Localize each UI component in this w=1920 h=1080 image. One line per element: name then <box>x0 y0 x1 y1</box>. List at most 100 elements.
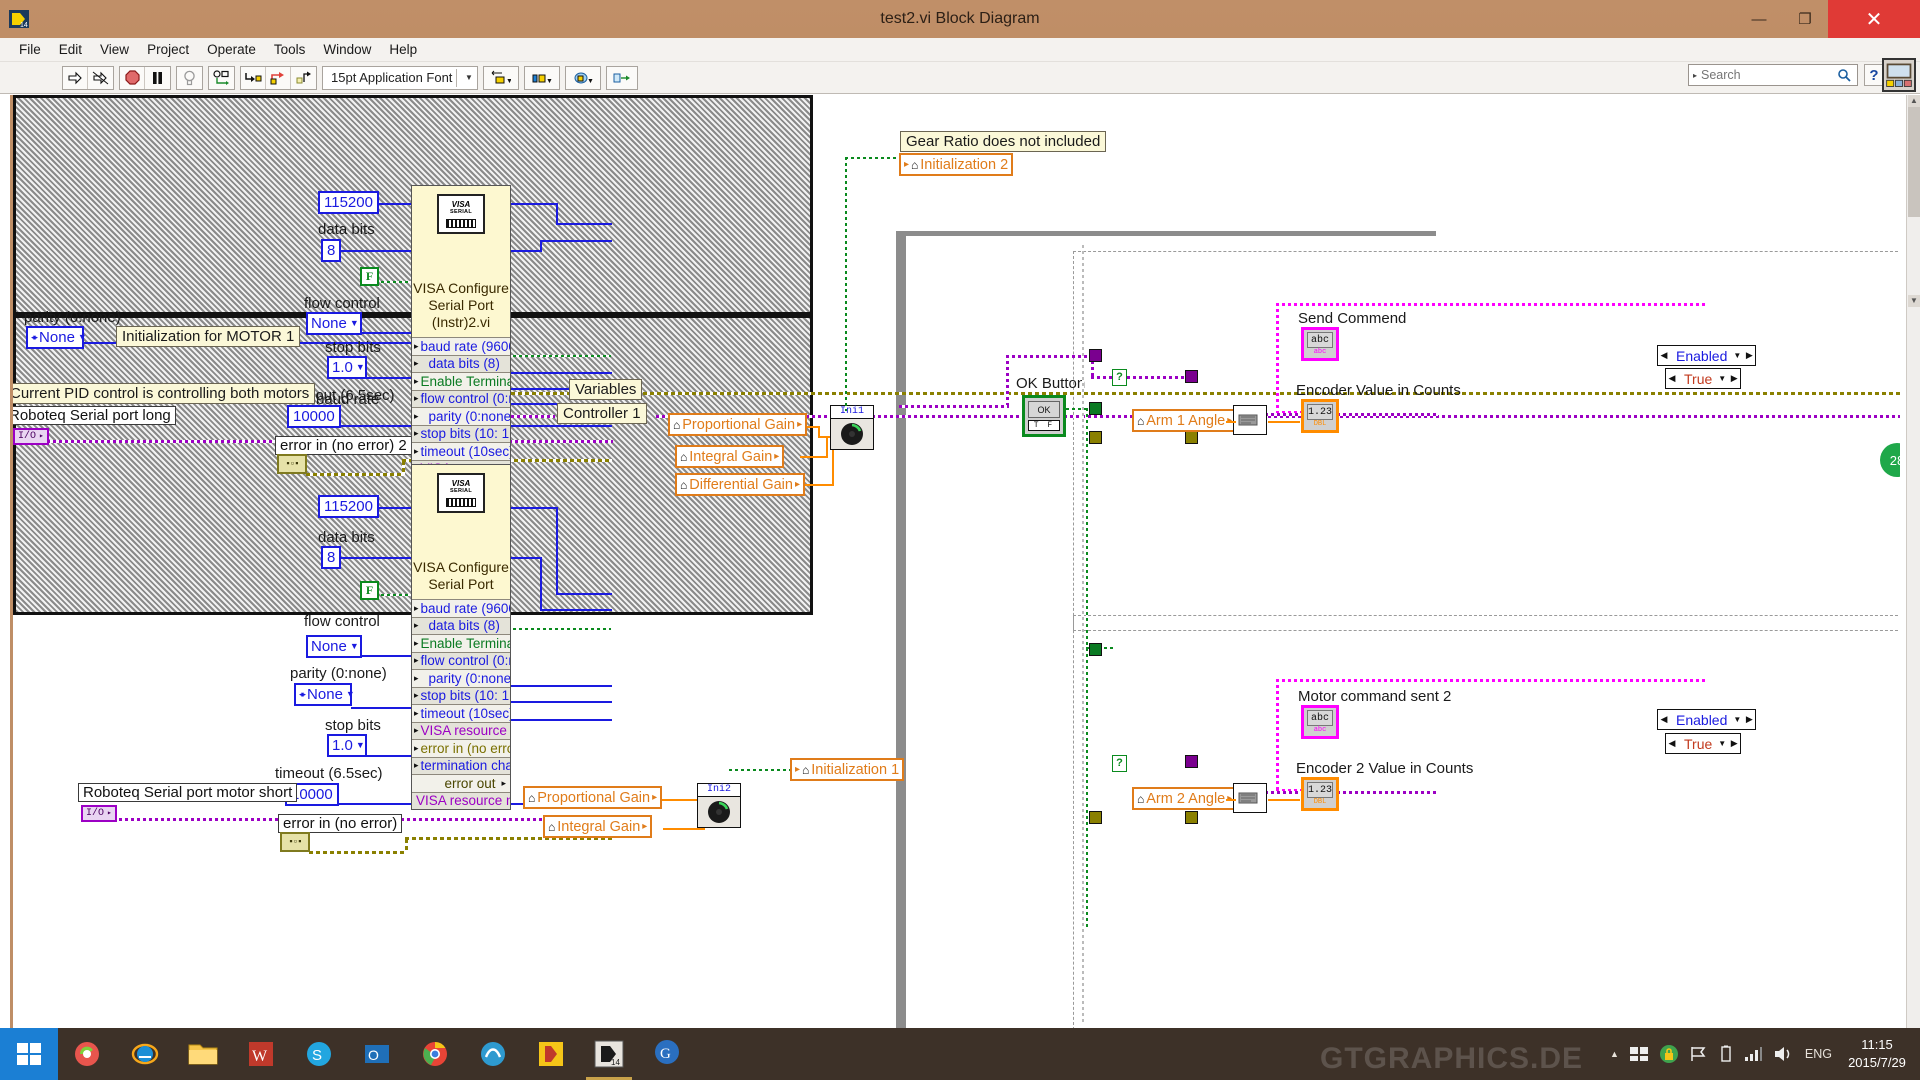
minimize-button[interactable]: — <box>1736 0 1782 38</box>
case-selector-bottom[interactable]: ◀ True ▼ ▶ <box>1665 733 1742 754</box>
flow-control-ring-2[interactable]: None ▼ <box>306 635 362 658</box>
encoder-indicator-top[interactable]: 1.23 DBL <box>1301 399 1339 433</box>
event-selector-bottom[interactable]: ◀ Enabled ▼ ▶ <box>1657 709 1757 730</box>
abort-execution-icon[interactable] <box>120 66 145 89</box>
clean-up-diagram-icon[interactable] <box>607 67 637 89</box>
menu-item-edit[interactable]: Edit <box>50 40 91 59</box>
search-icon[interactable] <box>1837 68 1851 82</box>
scroll-up-icon[interactable]: ▲ <box>1908 95 1920 107</box>
visa-resource-terminal-1[interactable]: I/O ▸ <box>13 428 49 445</box>
gear-ratio-comment[interactable]: Gear Ratio does not included <box>900 131 1107 152</box>
initialization-2-variable[interactable]: ▸ ⌂ Initialization 2 <box>899 153 1014 176</box>
menu-item-operate[interactable]: Operate <box>198 40 265 59</box>
step-into-icon[interactable] <box>241 66 266 89</box>
font-selector[interactable]: 15pt Application Font ▼ <box>322 65 478 90</box>
run-continuously-icon[interactable] <box>88 67 113 89</box>
network-icon[interactable] <box>1629 1045 1649 1063</box>
visa-terminal-resourceout-2[interactable]: VISA resource na▸ <box>412 791 510 809</box>
left-arrow-icon[interactable]: ◀ <box>1666 373 1678 384</box>
visa-terminal-errorin-2[interactable]: ▸ error in (no erro <box>412 739 510 757</box>
reorder-icon[interactable]: ▼ <box>566 67 600 89</box>
motor-command-indicator-bottom[interactable]: abc abc <box>1301 705 1339 739</box>
baud-rate-constant-2[interactable]: 115200 <box>318 495 379 518</box>
block-diagram-canvas[interactable]: 115200 data bits 8 F flow control None ▼… <box>10 95 1900 1030</box>
controller1-comment[interactable]: Controller 1 <box>557 403 647 424</box>
visa-terminal-enableterm-1[interactable]: ▸ Enable Terminat <box>412 372 510 390</box>
distribute-objects-icon[interactable]: ▼ <box>525 67 559 89</box>
right-arrow-icon[interactable]: ▶ <box>1728 373 1740 384</box>
vi-icon-pane[interactable] <box>1882 58 1916 92</box>
visa-terminal-timeout-2[interactable]: ▸ timeout (10sec) <box>412 704 510 722</box>
visa-resource-terminal-2[interactable]: I/O ▸ <box>81 805 117 822</box>
boolean-false-constant-1[interactable]: F <box>360 267 379 286</box>
visa-terminal-stopbits-1[interactable]: ▸stop bits (10: 1 b <box>412 424 510 442</box>
motor1-init-comment[interactable]: Initialization for MOTOR 1 <box>116 326 301 347</box>
maximize-button[interactable]: ❐ <box>1782 0 1828 38</box>
taskbar-item-skype[interactable]: S <box>290 1028 348 1080</box>
integral-gain-variable-2[interactable]: ⌂ Integral Gain ▸ <box>543 815 653 838</box>
menu-item-view[interactable]: View <box>91 40 138 59</box>
taskbar-item-internet-explorer[interactable] <box>116 1028 174 1080</box>
ok-button-control[interactable]: OK T F <box>1022 395 1066 437</box>
visa-terminal-stopbits-2[interactable]: ▸stop bits (10: 1 b <box>412 686 510 704</box>
right-arrow-icon[interactable]: ▶ <box>1728 738 1740 749</box>
visa-terminal-flow-1[interactable]: ▸ flow control (0:n <box>412 389 510 407</box>
show-hidden-icons-button[interactable]: ▲ <box>1610 1049 1619 1059</box>
structure-terminal-olive-top[interactable] <box>1089 431 1102 444</box>
flow-control-ring-1[interactable]: None ▼ <box>306 312 362 335</box>
action-center-icon[interactable] <box>1659 1044 1679 1064</box>
taskbar-item-firefox[interactable] <box>58 1028 116 1080</box>
arm-1-angle-variable[interactable]: ⌂ Arm 1 Angle ▸ <box>1132 409 1238 432</box>
structure-terminal-purple-case-bottom[interactable] <box>1185 755 1198 768</box>
taskbar-item-labview-vi[interactable]: 14 <box>580 1028 638 1080</box>
chevron-down-icon[interactable]: ▼ <box>1733 351 1743 360</box>
left-arrow-icon[interactable]: ◀ <box>1666 738 1678 749</box>
structure-terminal-olive-case-top[interactable] <box>1185 431 1198 444</box>
data-bits-constant-1[interactable]: 8 <box>321 239 341 262</box>
visa-terminal-termchar-2[interactable]: ▸ termination cha <box>412 756 510 774</box>
help-button[interactable]: ? <box>1864 64 1884 86</box>
visa-terminal-resource-2[interactable]: ▸VISA resource na <box>412 721 510 739</box>
visa-terminal-parity-2[interactable]: ▸ parity (0:none) <box>412 669 510 687</box>
visa-terminal-databits-1[interactable]: ▸ data bits (8) <box>412 354 510 372</box>
step-out-icon[interactable] <box>291 67 316 89</box>
windows-start-icon[interactable] <box>0 1028 58 1080</box>
right-arrow-icon[interactable]: ▶ <box>1743 714 1755 725</box>
chevron-down-icon[interactable]: ▼ <box>1718 374 1728 383</box>
send-command-indicator-top[interactable]: abc abc <box>1301 327 1339 361</box>
differential-gain-variable-1[interactable]: ⌂ Differential Gain ▸ <box>675 473 805 496</box>
encoder-indicator-bottom[interactable]: 1.23 DBL <box>1301 777 1339 811</box>
scrollbar-thumb[interactable] <box>1908 107 1920 217</box>
taskbar-item-chrome[interactable] <box>406 1028 464 1080</box>
menu-item-project[interactable]: Project <box>138 40 198 59</box>
parity-ring-2[interactable]: ◂▸ None ▼ <box>294 683 355 706</box>
error-in-terminal-2[interactable]: ▪▫▪ <box>280 832 310 852</box>
retain-wire-values-icon[interactable] <box>209 67 234 89</box>
stop-bits-ring-1[interactable]: 1.0 ▼ <box>327 356 367 379</box>
visa-terminal-timeout-1[interactable]: ▸ timeout (10sec) <box>412 442 510 460</box>
close-button[interactable]: ✕ <box>1828 0 1920 38</box>
left-arrow-icon[interactable]: ◀ <box>1658 350 1670 361</box>
chevron-down-icon[interactable]: ▼ <box>1718 739 1728 748</box>
right-arrow-icon[interactable]: ▶ <box>1743 350 1755 361</box>
highlight-execution-icon[interactable] <box>177 67 202 89</box>
taskbar-item-solidworks[interactable] <box>464 1028 522 1080</box>
menu-item-tools[interactable]: Tools <box>265 40 315 59</box>
event-selector-top[interactable]: ◀ Enabled ▼ ▶ <box>1657 345 1757 366</box>
structure-terminal-olive-case-bottom[interactable] <box>1185 811 1198 824</box>
visa-configure-serial-port-node-2[interactable]: VISA SERIAL VISA Configure Serial Port ▸… <box>411 464 511 810</box>
visa-terminal-enableterm-2[interactable]: ▸ Enable Terminat <box>412 634 510 652</box>
taskbar-item-file-explorer[interactable] <box>174 1028 232 1080</box>
flag-icon[interactable] <box>1689 1045 1709 1063</box>
step-over-icon[interactable] <box>266 66 291 89</box>
error-in-terminal-1[interactable]: ▪▫▪ <box>277 454 307 474</box>
conversion-node-top[interactable] <box>1233 405 1267 435</box>
structure-terminal-purple-top[interactable] <box>1089 349 1102 362</box>
search-input[interactable]: ▸ <box>1688 64 1858 86</box>
conversion-node-bottom[interactable] <box>1233 783 1267 813</box>
taskbar-item-pdf-reader[interactable]: G <box>638 1028 696 1080</box>
language-indicator[interactable]: ENG <box>1805 1047 1832 1061</box>
chevron-down-icon[interactable]: ▼ <box>1733 715 1743 724</box>
case-selector-top[interactable]: ◀ True ▼ ▶ <box>1665 368 1742 389</box>
initialization-1-variable[interactable]: ▸ ⌂ Initialization 1 <box>790 758 905 781</box>
